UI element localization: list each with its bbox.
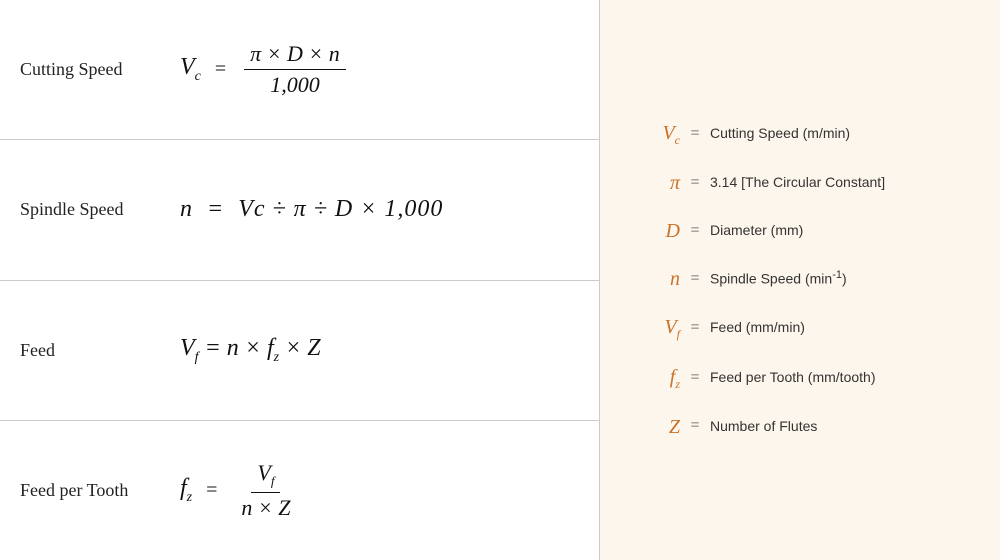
fraction-fpt: Vf n × Z — [235, 460, 296, 520]
label-spindle-speed: Spindle Speed — [20, 199, 180, 220]
formula-row-spindle-speed: Spindle Speed n = Vc ÷ π ÷ D × 1,000 — [0, 140, 599, 280]
symbol-fz: fz — [630, 363, 680, 393]
desc-d: Diameter (mm) — [710, 221, 803, 241]
eq-z: = — [680, 415, 710, 437]
legend-z: Z = Number of Flutes — [630, 403, 970, 451]
desc-vf: Feed (mm/min) — [710, 318, 805, 338]
label-cutting-speed: Cutting Speed — [20, 59, 180, 80]
denominator-cutting: 1,000 — [264, 70, 326, 98]
legend-d: D = Diameter (mm) — [630, 207, 970, 255]
numerator-cutting: π × D × n — [244, 41, 346, 70]
symbol-z: Z — [630, 413, 680, 441]
eq-vf: = — [680, 317, 710, 339]
formula-row-cutting-speed: Cutting Speed Vc = π × D × n 1,000 — [0, 0, 599, 140]
left-panel: Cutting Speed Vc = π × D × n 1,000 Spind… — [0, 0, 600, 560]
legend-pi: π = 3.14 [The Circular Constant] — [630, 159, 970, 207]
lhs-fz: fz — [180, 475, 192, 506]
label-feed-per-tooth: Feed per Tooth — [20, 480, 180, 501]
symbol-d: D — [630, 217, 680, 245]
eq-cutting: = — [209, 58, 232, 81]
legend-fz: fz = Feed per Tooth (mm/tooth) — [630, 353, 970, 403]
feed-formula: Vf = n × fz × Z — [180, 335, 321, 366]
legend-vc: Vc = Cutting Speed (m/min) — [630, 109, 970, 159]
legend-n: n = Spindle Speed (min-1) — [630, 255, 970, 303]
fraction-cutting: π × D × n 1,000 — [244, 41, 346, 98]
expr-feed-per-tooth: fz = Vf n × Z — [180, 460, 301, 520]
spindle-formula: n = Vc ÷ π ÷ D × 1,000 — [180, 196, 443, 223]
legend-vf: Vf = Feed (mm/min) — [630, 303, 970, 353]
expr-cutting-speed: Vc = π × D × n 1,000 — [180, 41, 350, 98]
eq-pi: = — [680, 172, 710, 194]
symbol-pi: π — [630, 169, 680, 197]
desc-fz: Feed per Tooth (mm/tooth) — [710, 368, 875, 388]
denominator-fpt: n × Z — [235, 493, 296, 521]
desc-pi: 3.14 [The Circular Constant] — [710, 173, 885, 193]
symbol-vc: Vc — [630, 119, 680, 149]
eq-vc: = — [680, 123, 710, 145]
lhs-vc: Vc — [180, 54, 201, 85]
expr-spindle-speed: n = Vc ÷ π ÷ D × 1,000 — [180, 196, 443, 223]
numerator-fpt: Vf — [251, 460, 280, 492]
formula-row-feed: Feed Vf = n × fz × Z — [0, 281, 599, 421]
desc-n: Spindle Speed (min-1) — [710, 268, 847, 289]
right-panel: Vc = Cutting Speed (m/min) π = 3.14 [The… — [600, 0, 1000, 560]
label-feed: Feed — [20, 340, 180, 361]
eq-fz: = — [680, 367, 710, 389]
eq-n: = — [680, 268, 710, 290]
expr-feed: Vf = n × fz × Z — [180, 335, 321, 366]
symbol-n: n — [630, 265, 680, 293]
formula-row-feed-per-tooth: Feed per Tooth fz = Vf n × Z — [0, 421, 599, 560]
symbol-vf: Vf — [630, 313, 680, 343]
desc-z: Number of Flutes — [710, 417, 817, 437]
eq-fpt: = — [200, 479, 223, 502]
desc-vc: Cutting Speed (m/min) — [710, 124, 850, 144]
eq-d: = — [680, 220, 710, 242]
